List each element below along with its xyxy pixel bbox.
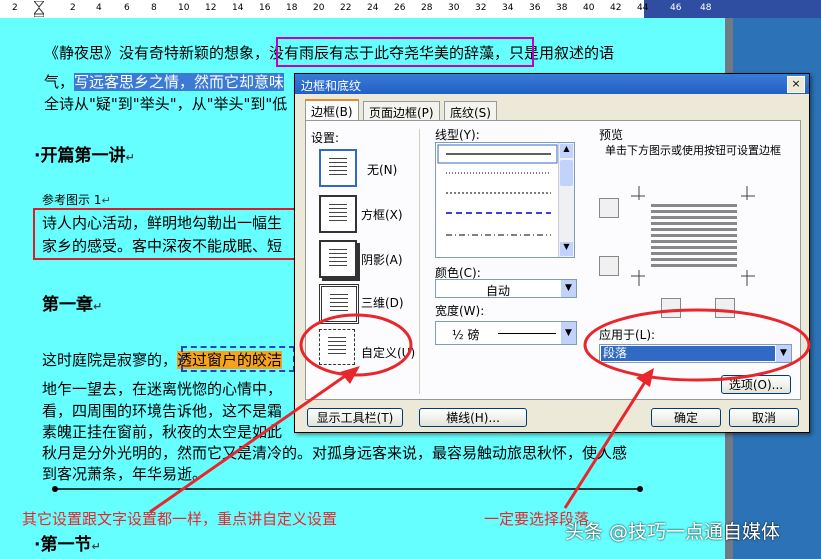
annotation-overlay [149, 308, 811, 514]
watermark: 头条 @技巧一点通自媒体 [565, 521, 781, 543]
annotation-left: 其它设置跟文字设置都一样，重点讲自定义设置 [22, 510, 338, 528]
